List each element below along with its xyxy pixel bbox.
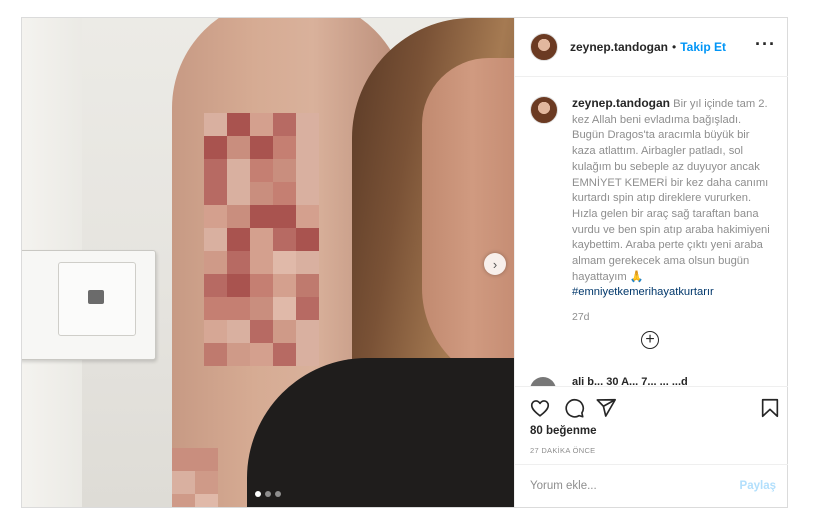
caption-body: Bir yıl içinde tam 2. kez Allah beni evl… bbox=[572, 98, 770, 283]
censor-pixel bbox=[250, 113, 273, 136]
bookmark-icon[interactable] bbox=[759, 397, 781, 419]
username-link[interactable]: zeynep.tandogan bbox=[570, 40, 668, 54]
censor-pixel bbox=[204, 159, 227, 182]
avatar[interactable] bbox=[530, 33, 558, 61]
censor-pixel bbox=[250, 159, 273, 182]
censor-pixel bbox=[250, 136, 273, 159]
censor-pixel bbox=[250, 228, 273, 251]
post-photo[interactable]: › bbox=[22, 18, 514, 507]
censor-pixel bbox=[273, 251, 296, 274]
censor-pixel bbox=[227, 274, 250, 297]
censor-pixel bbox=[250, 274, 273, 297]
censor-pixel bbox=[273, 136, 296, 159]
censor-pixel bbox=[204, 182, 227, 205]
censor-pixel bbox=[227, 297, 250, 320]
censor-pixel bbox=[204, 343, 227, 366]
censor-pixel bbox=[250, 297, 273, 320]
like-count[interactable]: 80 beğenme bbox=[530, 425, 596, 437]
censor-pixel bbox=[227, 159, 250, 182]
censor-pixel bbox=[273, 159, 296, 182]
caption-username[interactable]: zeynep.tandogan bbox=[572, 96, 670, 110]
censor-pixel bbox=[204, 251, 227, 274]
censor-pixel bbox=[204, 320, 227, 343]
comments-section: zeynep.tandogan Bir yıl içinde tam 2. ke… bbox=[515, 76, 788, 386]
posted-timestamp[interactable]: 27 DAKİKA ÖNCE bbox=[530, 446, 595, 455]
censor-pixel bbox=[204, 297, 227, 320]
comment-icon[interactable] bbox=[563, 397, 585, 419]
heart-icon[interactable] bbox=[529, 397, 551, 419]
post-side-panel: zeynep.tandogan • Takip Et ··· zeynep.ta… bbox=[514, 18, 788, 507]
censor-pixel bbox=[296, 297, 319, 320]
censor-pixel bbox=[296, 251, 319, 274]
plus-circle-icon[interactable]: + bbox=[641, 331, 659, 349]
censor-pixel bbox=[204, 113, 227, 136]
censor-pixel bbox=[296, 228, 319, 251]
caption-text: zeynep.tandogan Bir yıl içinde tam 2. ke… bbox=[572, 96, 775, 301]
hashtag-link[interactable]: #emniyetkemerihayatkurtarır bbox=[572, 286, 714, 298]
avatar[interactable] bbox=[530, 96, 558, 124]
share-button[interactable]: Paylaş bbox=[740, 480, 776, 492]
censor-pixel bbox=[204, 274, 227, 297]
send-icon[interactable] bbox=[595, 397, 617, 419]
censor-pixel bbox=[296, 113, 319, 136]
censor-pixel bbox=[273, 228, 296, 251]
carousel-dot bbox=[265, 491, 271, 497]
censor-pixel bbox=[273, 274, 296, 297]
instagram-post: › zeynep.tandogan • Takip Et ··· zeynep.… bbox=[21, 17, 788, 508]
action-bar: 80 beğenme 27 DAKİKA ÖNCE bbox=[515, 386, 788, 459]
censor-pixel bbox=[296, 343, 319, 366]
separator-dot: • bbox=[672, 40, 677, 54]
add-comment-bar: Yorum ekle... Paylaş bbox=[515, 464, 788, 508]
censor-pixel bbox=[296, 274, 319, 297]
censor-pixel bbox=[296, 182, 319, 205]
follow-button[interactable]: Takip Et bbox=[680, 40, 726, 54]
wall-socket-hole bbox=[88, 290, 104, 304]
face bbox=[422, 58, 514, 388]
censor-pixel bbox=[250, 205, 273, 228]
more-options-icon[interactable]: ··· bbox=[755, 35, 776, 53]
caption: zeynep.tandogan Bir yıl içinde tam 2. ke… bbox=[530, 96, 775, 323]
carousel-dot bbox=[275, 491, 281, 497]
censor-pixel bbox=[227, 205, 250, 228]
clipped-comment-text: ali b... 30 A... 7... ... ...d bbox=[572, 376, 688, 386]
censor-pixel bbox=[273, 320, 296, 343]
censor-pixel bbox=[296, 205, 319, 228]
censor-pixel bbox=[273, 297, 296, 320]
censor-pixel bbox=[195, 448, 218, 471]
censor-pixel bbox=[273, 205, 296, 228]
censor-pixel bbox=[227, 320, 250, 343]
censor-pixel bbox=[273, 343, 296, 366]
censor-pixel bbox=[227, 182, 250, 205]
censor-pixel bbox=[172, 448, 195, 471]
avatar[interactable] bbox=[530, 377, 556, 386]
comment-row-clipped: ali b... 30 A... 7... ... ...d bbox=[530, 376, 770, 386]
censor-pixel bbox=[227, 113, 250, 136]
censor-pixel bbox=[204, 228, 227, 251]
carousel-dots bbox=[22, 491, 514, 497]
censor-pixel bbox=[296, 159, 319, 182]
censor-pixel bbox=[273, 113, 296, 136]
censor-pixel bbox=[296, 320, 319, 343]
censor-pixel bbox=[204, 205, 227, 228]
carousel-dot bbox=[255, 491, 261, 497]
censor-pixel bbox=[227, 228, 250, 251]
caption-time-ago: 27d bbox=[572, 311, 590, 324]
censor-pixel bbox=[296, 136, 319, 159]
censor-pixel bbox=[250, 251, 273, 274]
censor-pixel bbox=[227, 343, 250, 366]
censor-pixel bbox=[204, 136, 227, 159]
censor-pixel bbox=[250, 343, 273, 366]
censor-pixel bbox=[250, 182, 273, 205]
post-header: zeynep.tandogan • Takip Et ··· bbox=[515, 18, 788, 77]
action-icons bbox=[529, 397, 779, 421]
comment-input[interactable]: Yorum ekle... bbox=[530, 480, 597, 492]
censor-pixel bbox=[227, 251, 250, 274]
chevron-right-icon[interactable]: › bbox=[484, 253, 506, 275]
censor-pixel bbox=[250, 320, 273, 343]
censor-pixel bbox=[227, 136, 250, 159]
censor-pixel bbox=[273, 182, 296, 205]
